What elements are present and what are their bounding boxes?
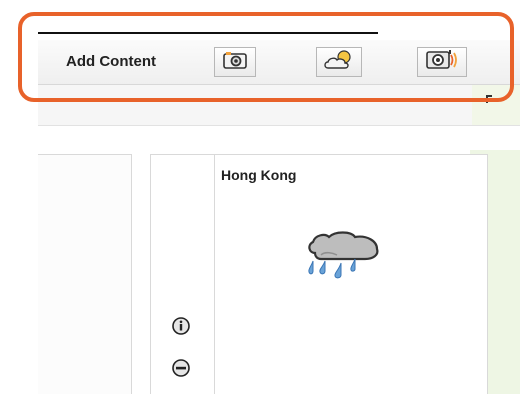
remove-button[interactable] — [172, 359, 190, 377]
left-panel — [38, 154, 132, 394]
weather-widget: Hong Kong — [150, 154, 488, 394]
info-button[interactable] — [172, 317, 190, 335]
highlight-annotation — [18, 12, 514, 102]
widget-controls — [151, 155, 215, 394]
widget-title: Hong Kong — [221, 167, 297, 183]
page: Add Content Hong Kong — [0, 0, 520, 394]
rain-cloud-icon — [301, 225, 391, 305]
info-icon — [172, 317, 190, 335]
minus-circle-icon — [172, 359, 190, 377]
